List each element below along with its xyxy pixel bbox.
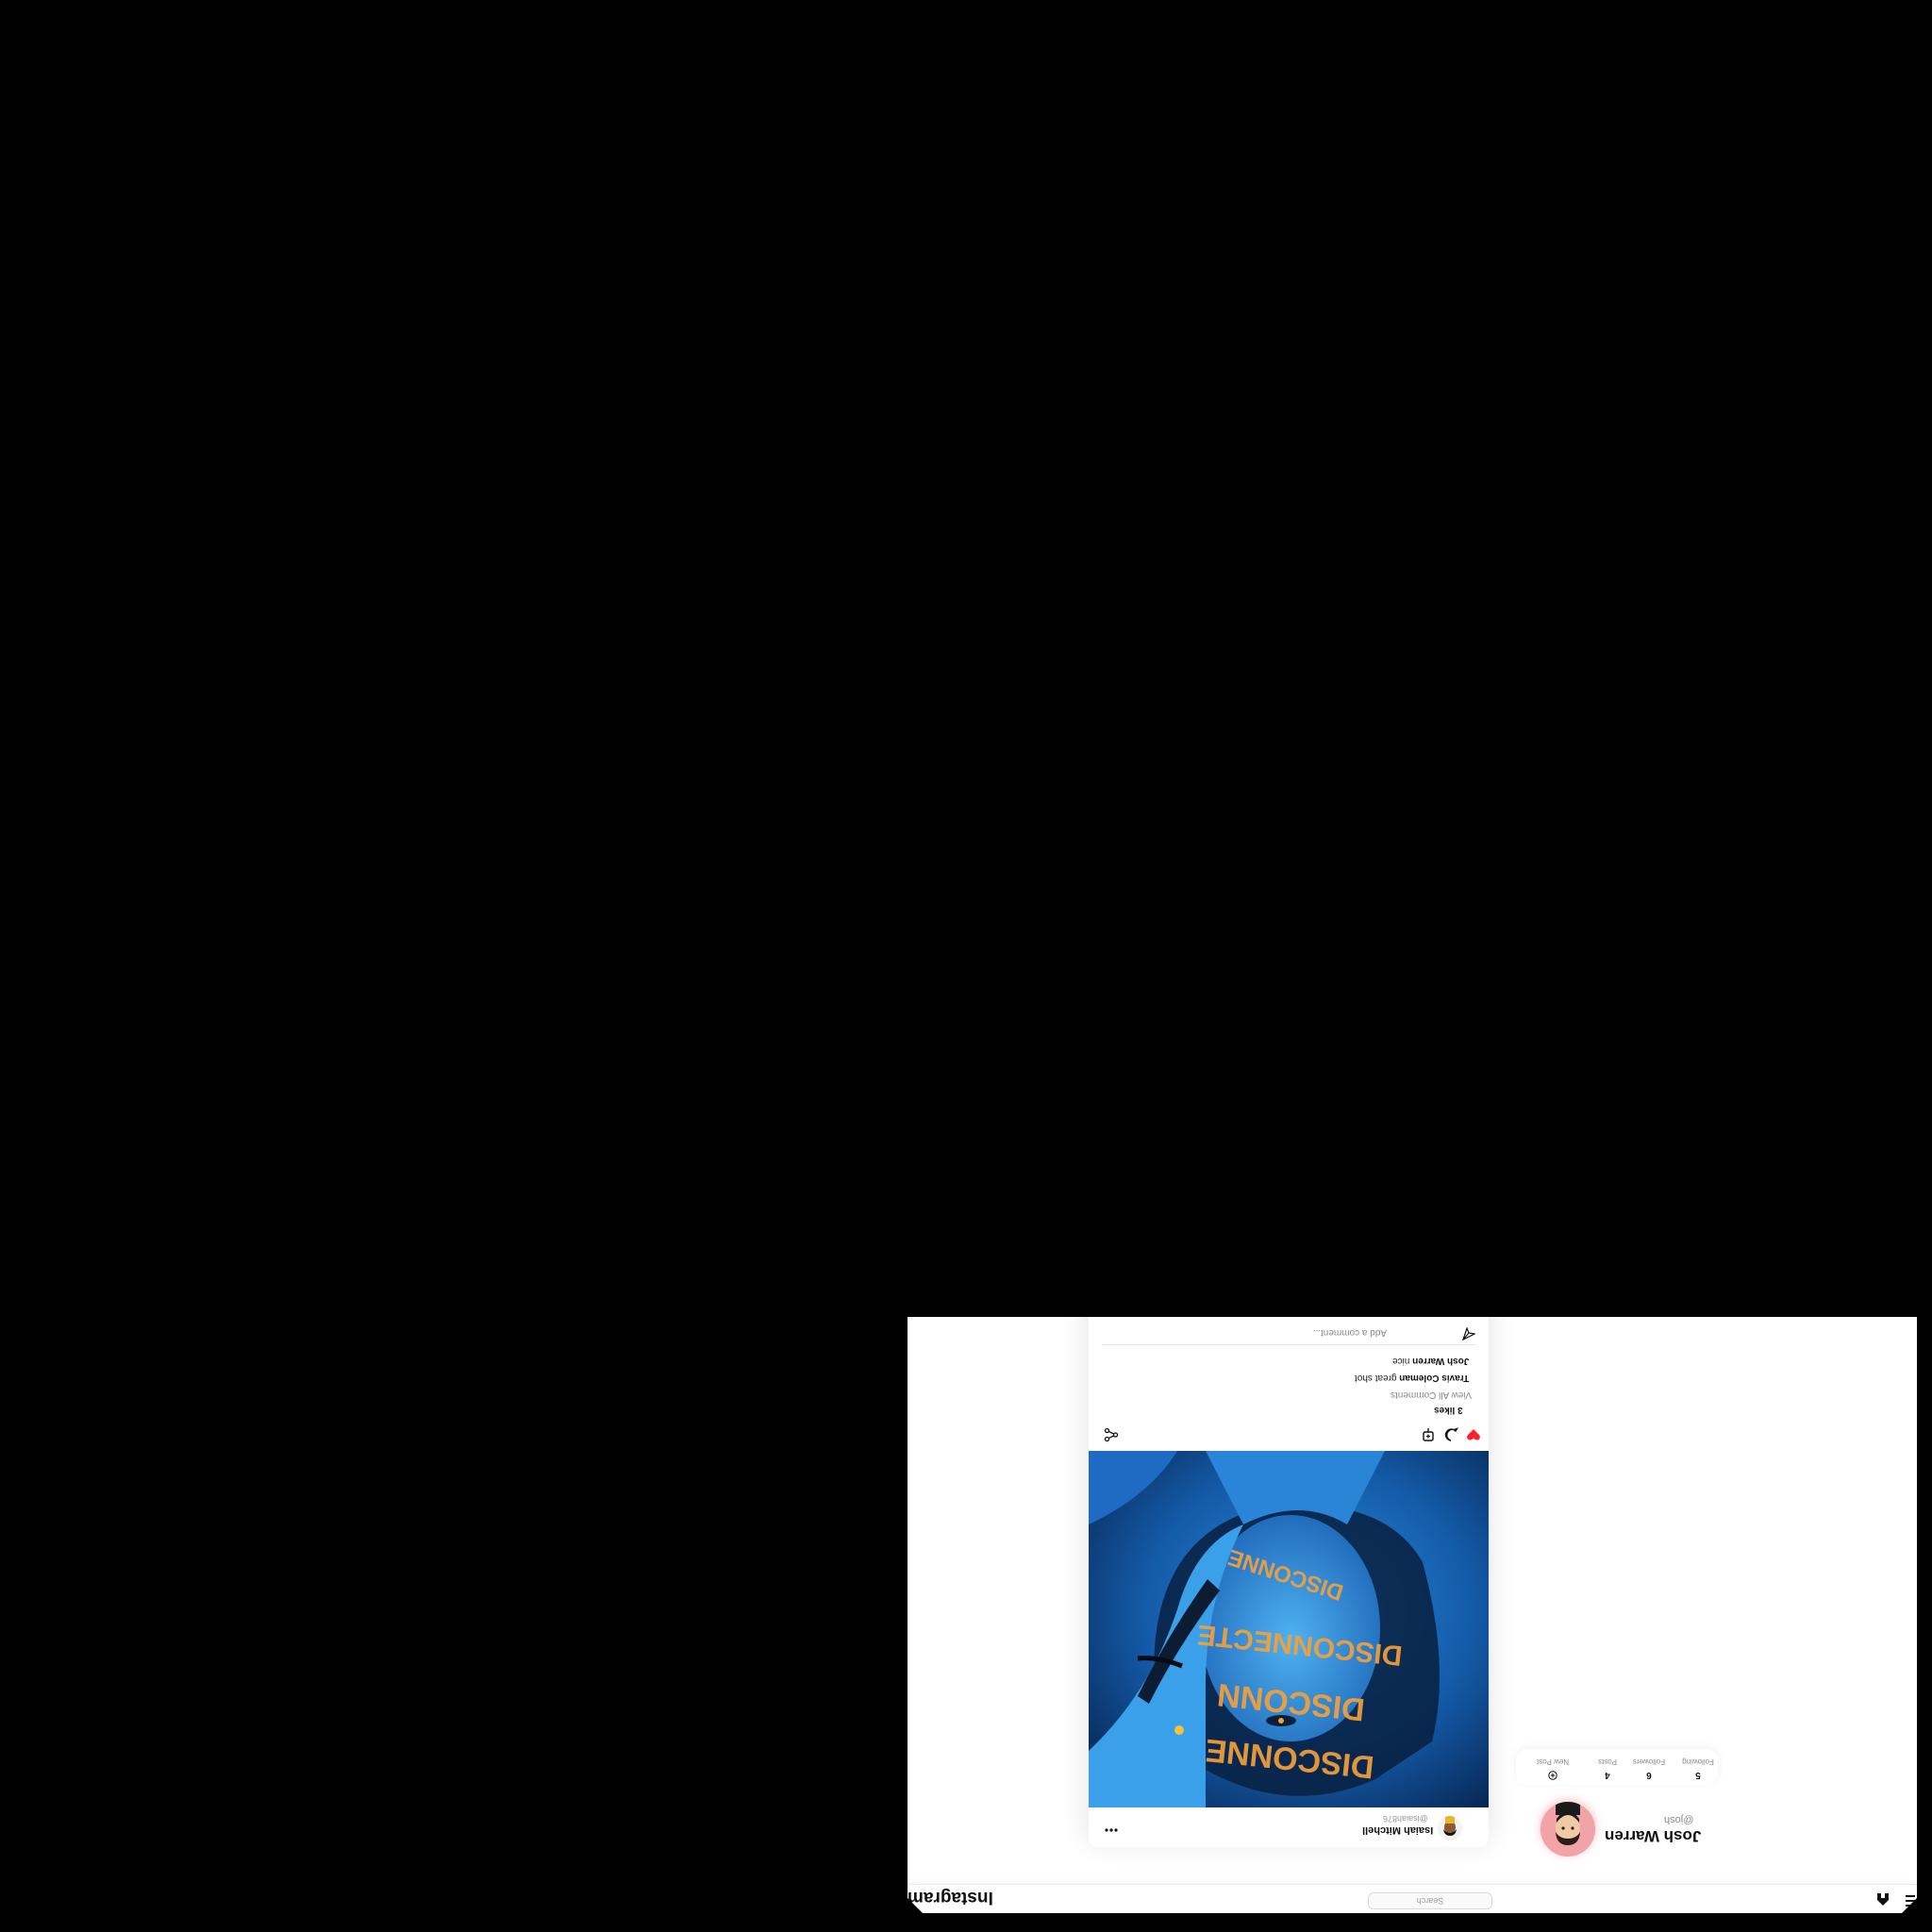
- comment-text: great shot: [1355, 1373, 1397, 1383]
- avatar[interactable]: [1541, 1802, 1595, 1857]
- new-post-button[interactable]: New Post: [1531, 1756, 1574, 1780]
- plus-circle-icon: [1548, 1771, 1557, 1780]
- app-logo[interactable]: Instagram: [908, 1887, 993, 1907]
- stat-followers[interactable]: 6 Followers: [1627, 1756, 1671, 1780]
- add-comment-input[interactable]: [1104, 1324, 1387, 1341]
- stat-followers-value: 6: [1646, 1770, 1652, 1780]
- comment-user[interactable]: Josh Warren: [1412, 1356, 1469, 1366]
- stat-following-value: 5: [1695, 1770, 1701, 1780]
- stat-posts-value: 4: [1605, 1770, 1610, 1780]
- home-icon[interactable]: [1875, 1892, 1890, 1907]
- profile-card: Josh Warren @josh 5 Following 6 Follower…: [1478, 1668, 1724, 1857]
- new-post-label: New Post: [1536, 1757, 1570, 1766]
- profile-name: Josh Warren: [1605, 1827, 1702, 1845]
- stat-following-label: Following: [1682, 1757, 1714, 1766]
- post-photo[interactable]: DISCONNE DISCONN DISCONNECTE DISCONNE: [1089, 1451, 1489, 1807]
- memoji-avatar-icon: [1541, 1802, 1595, 1857]
- app-window: Instagram Search Josh Warren @josh 5 Fol…: [908, 1317, 1917, 1913]
- more-options-icon[interactable]: [1104, 1826, 1119, 1834]
- top-navbar: Instagram: [908, 1884, 1917, 1913]
- post-author-name[interactable]: Isaiah Mitchell: [1362, 1824, 1433, 1836]
- stat-followers-label: Followers: [1632, 1757, 1666, 1766]
- portrait-photo: DISCONNE DISCONN DISCONNECTE DISCONNE: [1089, 1451, 1489, 1807]
- profile-stats: 5 Following 6 Followers 4 Posts New Post: [1516, 1749, 1718, 1785]
- send-icon[interactable]: [1462, 1327, 1475, 1341]
- search-input[interactable]: [1368, 1892, 1492, 1909]
- memoji-avatar-icon: [1438, 1816, 1462, 1840]
- stat-posts-label: Posts: [1598, 1757, 1618, 1766]
- post-actions: [1089, 1419, 1489, 1451]
- comment-divider: [1102, 1344, 1475, 1345]
- stat-following[interactable]: 5 Following: [1676, 1756, 1720, 1780]
- comment-item: Josh Warren nice: [1392, 1356, 1469, 1366]
- post-author-avatar[interactable]: [1438, 1816, 1462, 1840]
- screen-background: Instagram Search Josh Warren @josh 5 Fol…: [0, 0, 1932, 1932]
- share-icon[interactable]: [1104, 1427, 1119, 1442]
- like-heart-icon[interactable]: [1466, 1427, 1481, 1442]
- comment-text: nice: [1392, 1356, 1410, 1366]
- view-all-comments-link[interactable]: View All Comments: [1391, 1390, 1472, 1400]
- menu-icon[interactable]: [1906, 1894, 1915, 1907]
- post-author-handle: @isaiah876: [1383, 1814, 1428, 1824]
- profile-handle: @josh: [1664, 1814, 1694, 1825]
- comment-user[interactable]: Travis Coleman: [1399, 1373, 1469, 1383]
- comment-icon[interactable]: [1443, 1427, 1458, 1442]
- like-count[interactable]: 3 likes: [1434, 1405, 1463, 1415]
- post-header: Isaiah Mitchell @isaiah876: [1089, 1807, 1489, 1847]
- post-card: Isaiah Mitchell @isaiah876 DISCONNE DISC…: [1089, 1317, 1489, 1847]
- save-bookmark-icon[interactable]: [1421, 1427, 1436, 1442]
- stat-posts[interactable]: 4 Posts: [1586, 1756, 1629, 1780]
- comment-item: Travis Coleman great shot: [1355, 1373, 1469, 1383]
